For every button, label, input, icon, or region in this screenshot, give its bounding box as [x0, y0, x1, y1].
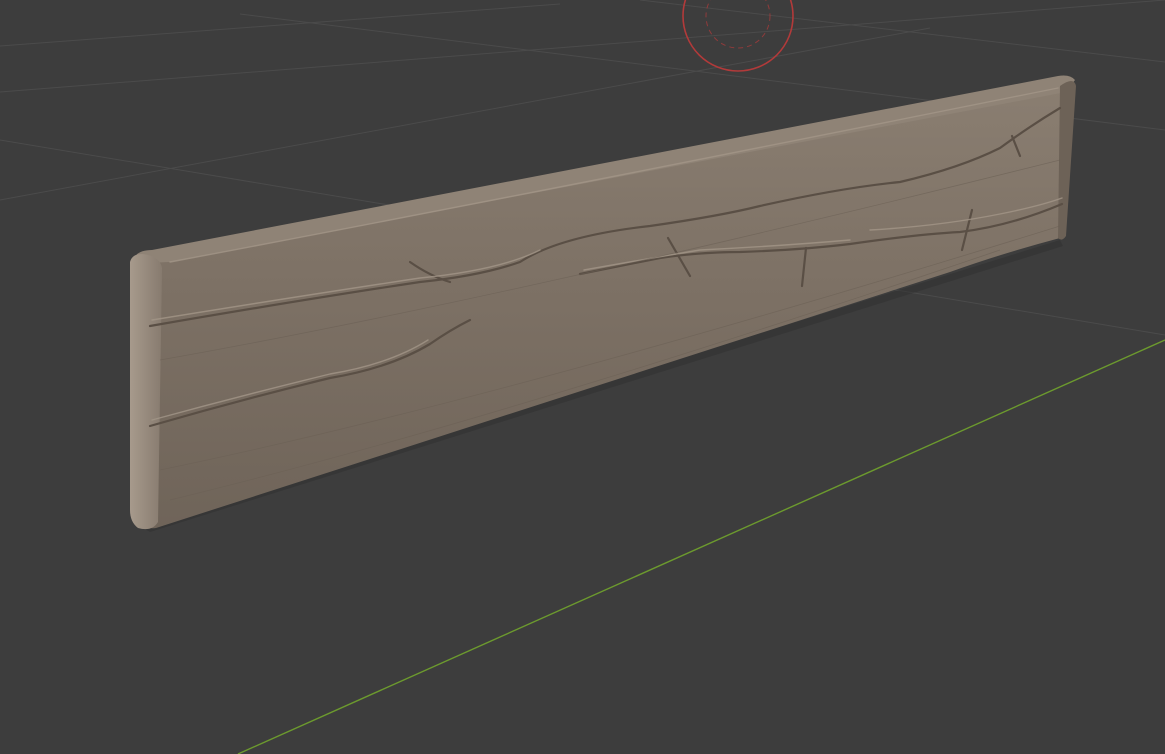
plank-right-end: [1058, 81, 1076, 240]
3d-cursor-icon[interactable]: [682, 0, 794, 72]
3d-viewport[interactable]: [0, 0, 1165, 754]
plank-front-face: [134, 86, 1063, 529]
sculpted-wooden-plank[interactable]: [130, 75, 1076, 533]
grid-line: [0, 139, 181, 171]
plank-end-cap: [130, 254, 162, 530]
grid-line: [639, 0, 1165, 63]
grid-line: [0, 3, 561, 47]
grid-line: [0, 0, 1165, 93]
viewport-canvas[interactable]: [0, 0, 1165, 754]
